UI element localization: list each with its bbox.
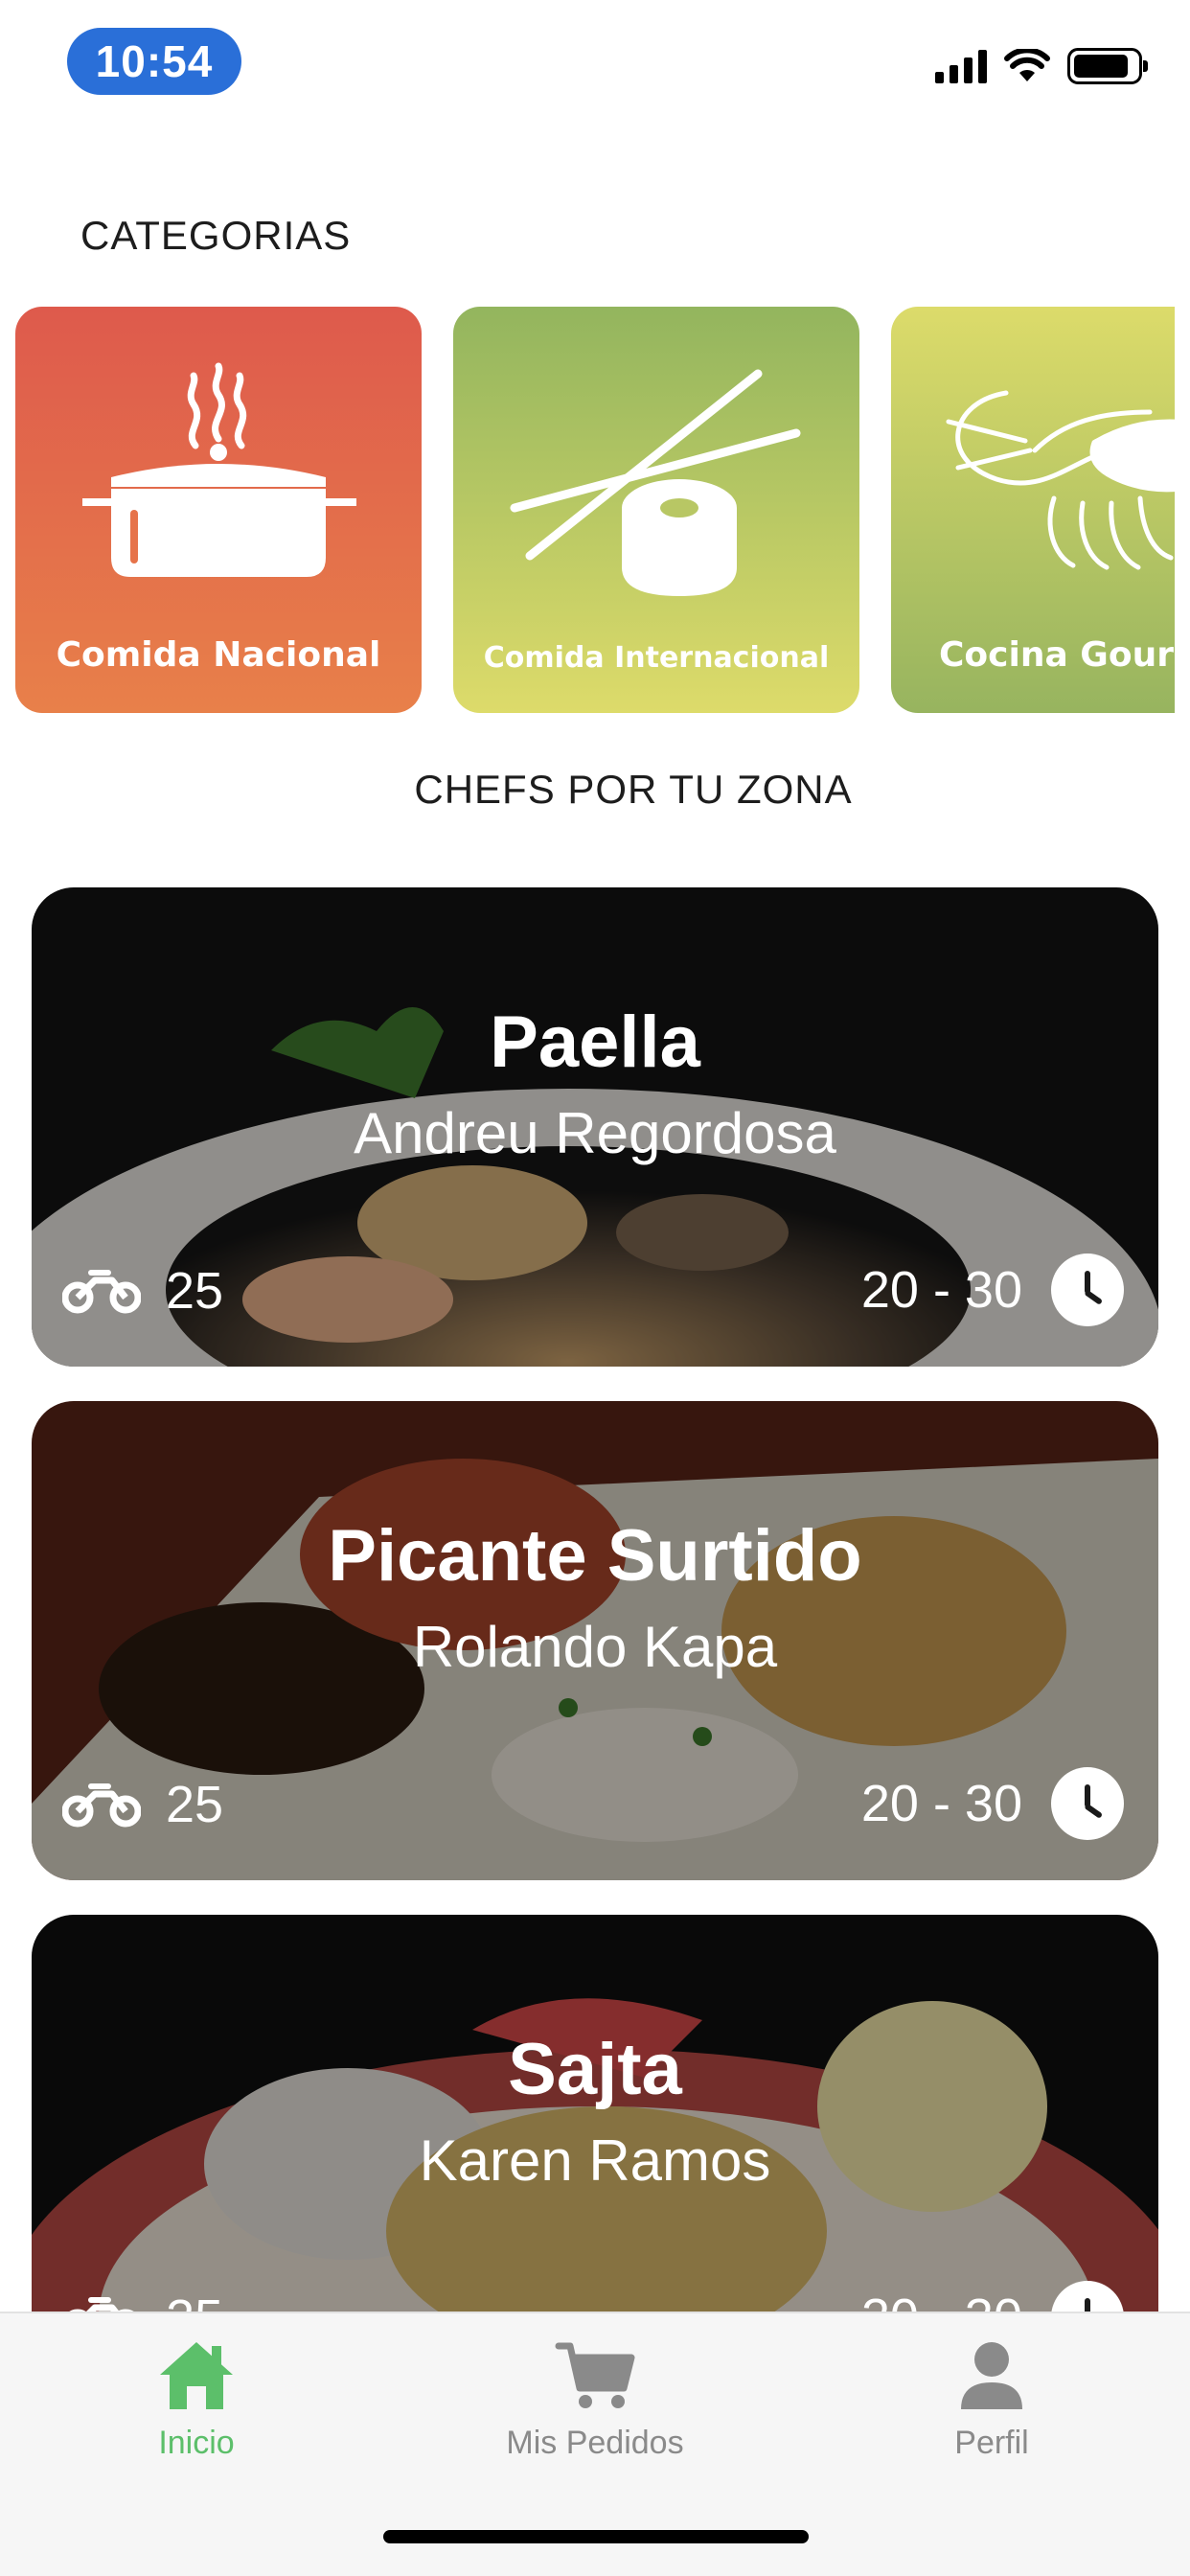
delivery-price: 25 [166, 1262, 224, 1320]
chef-name: Rolando Kapa [412, 1615, 778, 1679]
wifi-icon [1004, 49, 1050, 81]
category-card-comida-internacional[interactable]: Comida Internacional [453, 307, 859, 713]
cart-icon [555, 2342, 635, 2408]
signal-icon [935, 49, 987, 83]
chefs-title: CHEFS POR TU ZONA [414, 767, 853, 812]
chef-card[interactable]: Paella Andreu Regordosa 25 20 - 30 [32, 887, 1158, 1367]
clock-icon [1051, 1767, 1124, 1840]
status-time: 10:54 [67, 28, 241, 95]
status-bar: 10:54 [0, 0, 1190, 125]
dish-name: Picante Surtido [328, 1515, 862, 1597]
user-icon [961, 2342, 1022, 2409]
motorcycle-icon [62, 1783, 141, 1828]
categories-title: CATEGORIAS [80, 213, 352, 258]
home-indicator [383, 2530, 809, 2543]
delivery-info: 25 [62, 1261, 223, 1321]
tab-label: Perfil [954, 2425, 1029, 2461]
tab-label: Mis Pedidos [506, 2425, 684, 2461]
category-label: Cocina Gour [939, 635, 1174, 675]
dish-name: Sajta [508, 2029, 682, 2110]
category-card-comida-nacional[interactable]: Comida Nacional [15, 307, 422, 713]
status-icons [935, 48, 1148, 84]
chef-name: Karen Ramos [419, 2128, 771, 2193]
eta-info: 20 - 30 [861, 1254, 1124, 1326]
chef-card[interactable]: Picante Surtido Rolando Kapa 25 20 - 30 [32, 1401, 1158, 1880]
battery-icon [1067, 48, 1148, 84]
home-icon [160, 2342, 233, 2409]
delivery-info: 25 [62, 1775, 223, 1834]
category-card-cocina-gourmet[interactable]: Cocina Gour [891, 307, 1175, 713]
eta-info: 20 - 30 [861, 1767, 1124, 1840]
delivery-price: 25 [166, 1776, 224, 1833]
dish-name: Paella [490, 1001, 700, 1083]
tab-inicio[interactable]: Inicio [53, 2338, 340, 2462]
clock-icon [1051, 1254, 1124, 1326]
tab-perfil[interactable]: Perfil [848, 2338, 1135, 2462]
tab-label: Inicio [158, 2425, 235, 2461]
eta-range: 20 - 30 [860, 1775, 1022, 1832]
categories-carousel[interactable]: Comida Nacional Comida Internacional Coc… [0, 307, 1175, 713]
tab-mis-pedidos[interactable]: Mis Pedidos [451, 2338, 739, 2462]
motorcycle-icon [62, 1270, 141, 1314]
category-label: Comida Nacional [56, 635, 381, 675]
chef-name: Andreu Regordosa [354, 1101, 836, 1165]
category-label: Comida Internacional [483, 641, 830, 675]
eta-range: 20 - 30 [860, 1261, 1022, 1319]
